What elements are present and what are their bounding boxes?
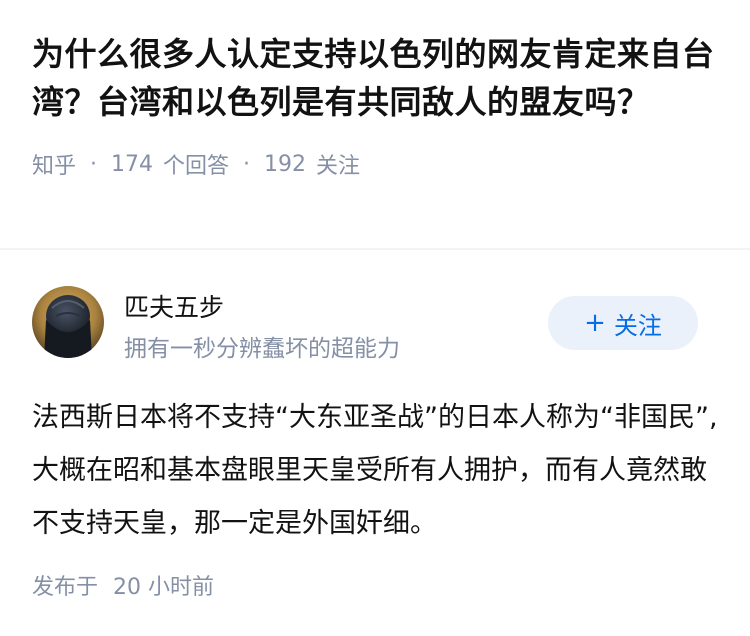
meta-separator: · — [90, 151, 98, 177]
question-title[interactable]: 为什么很多人认定支持以色列的网友肯定来自台湾？台湾和以色列是有共同敌人的盟友吗？ — [32, 30, 722, 126]
plus-icon: + — [584, 308, 606, 338]
author-name[interactable]: 匹夫五步 — [124, 288, 224, 324]
section-divider — [0, 248, 750, 250]
follow-button[interactable]: + 关注 — [548, 296, 698, 350]
meta-separator: · — [243, 151, 251, 177]
question-meta: 知乎 · 174 个回答 · 192 关注 — [32, 148, 722, 180]
answer-author: 匹夫五步 拥有一秒分辨蠢坏的超能力 + 关注 — [32, 286, 718, 362]
published-time-value: 20 小时前 — [113, 575, 215, 600]
author-bio: 拥有一秒分辨蠢坏的超能力 — [124, 336, 400, 362]
follower-count-label: 关注 — [316, 154, 361, 179]
avatar-image — [32, 286, 104, 358]
published-prefix: 发布于 — [32, 575, 99, 600]
answer-content[interactable]: 法西斯日本将不支持“大东亚圣战”的日本人称为“非国民”,大概在昭和基本盘眼里天皇… — [32, 391, 722, 550]
follow-button-label: 关注 — [613, 311, 662, 340]
published-time: 发布于 20 小时前 — [32, 569, 214, 601]
answer-count: 174 — [111, 151, 154, 177]
answer-count-label[interactable]: 个回答 — [163, 148, 229, 180]
follower-count: 192 — [264, 151, 307, 177]
avatar[interactable] — [32, 286, 104, 358]
question-header: 为什么很多人认定支持以色列的网友肯定来自台湾？台湾和以色列是有共同敌人的盟友吗？… — [32, 30, 722, 180]
source-label[interactable]: 知乎 — [32, 148, 76, 180]
